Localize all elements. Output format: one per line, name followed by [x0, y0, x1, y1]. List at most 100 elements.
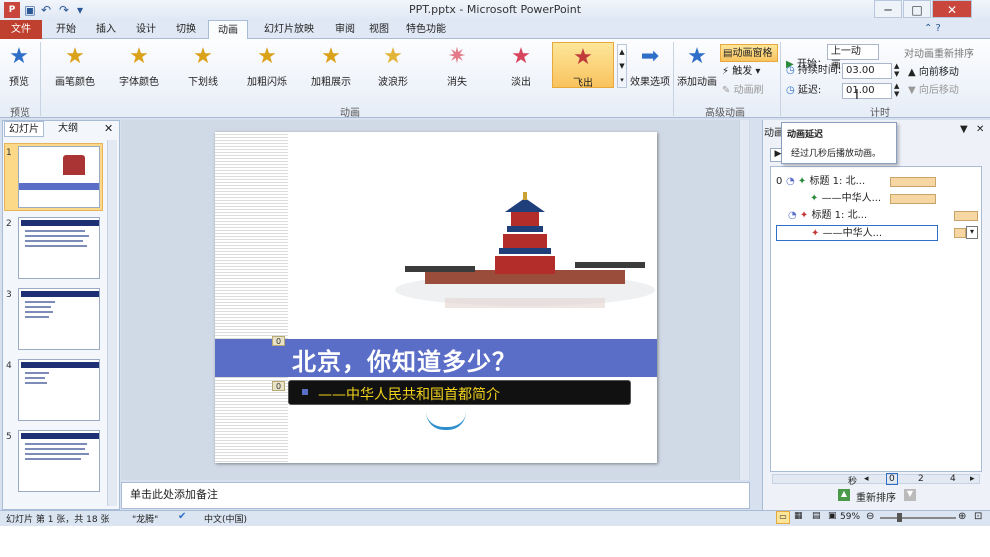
tab-slideshow[interactable]: 幻灯片放映 [254, 20, 324, 39]
animation-item-4[interactable]: ✦ ——中华人... [776, 225, 938, 241]
up-arrow-icon: ▲ [908, 67, 916, 78]
slide-title[interactable]: 北京，你知道多少？ [292, 342, 517, 377]
move-down-icon[interactable]: ▼ [904, 489, 916, 501]
animation-item-2[interactable]: ✦ ——中华人... [776, 191, 976, 207]
tab-outline[interactable]: 大纲 [50, 121, 86, 137]
timing-bar[interactable] [890, 177, 936, 187]
item-dropdown[interactable]: ▾ [966, 226, 978, 239]
star-icon: ✷ [447, 44, 467, 69]
slide-thumbnail-1[interactable] [18, 146, 100, 208]
effect-options-label: 效果选项 [630, 77, 670, 88]
animation-item-1[interactable]: 0 ◔ ✦ 标题 1: 北... [776, 174, 976, 190]
effect-label: 加粗展示 [311, 77, 351, 88]
zoom-in-icon[interactable]: ⊕ [958, 511, 966, 522]
minimize-icon[interactable]: ─ [874, 0, 902, 18]
effect-fly-out[interactable]: ★ 飞出 [552, 42, 614, 89]
move-earlier-button[interactable]: ▲ 向前移动 [908, 64, 978, 82]
effect-wave[interactable]: ★ 波浪形 [368, 44, 418, 88]
animation-pane-label: 动画窗格 [732, 48, 773, 59]
temple-image[interactable] [385, 190, 657, 320]
effect-label: 消失 [447, 77, 467, 88]
zoom-slider-thumb[interactable] [897, 513, 902, 522]
timeline-unit[interactable]: 秒 [848, 474, 857, 487]
help-icon[interactable]: ⌃ ? [924, 23, 941, 34]
slide-thumbnail-5[interactable] [18, 430, 100, 492]
move-up-icon[interactable]: ▲ [838, 489, 850, 501]
sorter-view-icon[interactable]: ▦ [794, 511, 803, 521]
duration-spinner[interactable]: ▲ ▼ [894, 62, 899, 78]
timing-bar[interactable] [890, 194, 936, 204]
theme-name[interactable]: "龙腾" [132, 512, 158, 525]
effect-bold-reveal[interactable]: ★ 加粗展示 [306, 44, 356, 88]
animation-painter-button[interactable]: ✎ 动画刷 [722, 82, 776, 100]
effect-label: 淡出 [511, 77, 531, 88]
delay-input[interactable]: 01.00 [842, 83, 892, 99]
animation-tag[interactable]: 0 [272, 381, 285, 391]
effect-fade-out[interactable]: ★ 淡出 [496, 44, 546, 88]
add-animation-button[interactable]: ★ 添加动画 [676, 44, 718, 88]
close-pane-icon[interactable]: ✕ [104, 122, 113, 135]
tab-file[interactable]: 文件 [0, 20, 42, 39]
trigger-button[interactable]: ⚡ 触发 ▾ [722, 63, 776, 81]
pane-menu-icon[interactable]: ▼ [960, 124, 968, 135]
item-label: ——中华人... [822, 228, 883, 239]
close-icon[interactable]: ✕ [932, 0, 972, 18]
tab-insert[interactable]: 插入 [88, 20, 124, 39]
mouse-icon: ◔ [786, 176, 795, 187]
tab-review[interactable]: 审阅 [328, 20, 362, 39]
timeline-scroll-left[interactable]: ◂ [864, 474, 869, 484]
animation-pane-button[interactable]: ▤动画窗格 [720, 44, 778, 62]
fit-window-icon[interactable]: ⊡ [974, 511, 982, 522]
timing-bar[interactable] [954, 228, 966, 238]
tab-transitions[interactable]: 切换 [168, 20, 204, 39]
slide-number: 5 [6, 432, 12, 442]
move-later-button[interactable]: ▼ 向后移动 [908, 82, 978, 100]
timeline-scroll-right[interactable]: ▸ [970, 474, 975, 484]
pane-scrollbar[interactable] [772, 474, 980, 484]
tab-slides[interactable]: 幻灯片 [4, 121, 44, 137]
effect-bold-flash[interactable]: ★ 加粗闪烁 [242, 44, 292, 88]
arrow-right-icon: ➡ [640, 44, 660, 69]
zoom-out-icon[interactable]: ⊖ [866, 511, 874, 522]
normal-view-icon[interactable]: ▭ [776, 511, 790, 524]
slideshow-view-icon[interactable]: ▣ [828, 511, 837, 521]
animation-tag[interactable]: 0 [272, 336, 285, 346]
tab-home[interactable]: 开始 [48, 20, 84, 39]
tab-design[interactable]: 设计 [128, 20, 164, 39]
duration-input[interactable]: 03.00 [842, 63, 892, 79]
reading-view-icon[interactable]: ▤ [812, 511, 821, 521]
slide-thumbnail-2[interactable] [18, 217, 100, 279]
close-pane-icon[interactable]: ✕ [976, 124, 984, 135]
tab-animations[interactable]: 动画 [208, 20, 248, 40]
effect-font-color[interactable]: ★ 字体颜色 [114, 44, 164, 88]
zoom-slider[interactable] [880, 517, 956, 519]
slide-subtitle[interactable]: ——中华人民共和国首都简介 [318, 384, 500, 404]
effect-disappear[interactable]: ✷ 消失 [432, 44, 482, 88]
language[interactable]: 中文(中国) [204, 512, 247, 525]
window-title: PPT.pptx - Microsoft PowerPoint [408, 3, 582, 16]
brush-icon: ✎ [722, 85, 731, 96]
animation-item-3[interactable]: ◔ ✦ 标题 1: 北... [776, 208, 976, 224]
effect-options-button[interactable]: ➡ 效果选项 [630, 44, 670, 88]
mouse-icon: ◔ [788, 210, 797, 221]
zoom-level[interactable]: 59% [840, 512, 860, 522]
delay-spinner[interactable]: ▲ ▼ [894, 82, 899, 98]
slide-thumbnail-4[interactable] [18, 359, 100, 421]
spellcheck-icon[interactable]: ✔ [178, 511, 186, 522]
tab-view[interactable]: 视图 [362, 20, 396, 39]
clock-icon: ◷ [786, 85, 795, 96]
effect-underline[interactable]: ★ 下划线 [178, 44, 228, 88]
tab-features[interactable]: 特色功能 [398, 20, 454, 39]
slide-thumbnail-3[interactable] [18, 288, 100, 350]
timing-bar[interactable] [954, 211, 978, 221]
canvas-scrollbar[interactable] [739, 120, 749, 480]
preview-button[interactable]: ★ 预览 [4, 44, 34, 88]
start-select[interactable]: 上一动画... [826, 44, 879, 71]
gallery-scroll[interactable]: ▲ ▼ ▾ [617, 44, 627, 88]
star-icon: ★ [321, 44, 341, 69]
notes-area[interactable]: 单击此处添加备注 [121, 482, 750, 509]
slides-scrollbar[interactable] [107, 140, 117, 506]
reorder-label: 对动画重新排序 [904, 49, 974, 60]
maximize-icon[interactable]: □ [903, 0, 931, 18]
effect-brush-color[interactable]: ★ 画笔颜色 [50, 44, 100, 88]
